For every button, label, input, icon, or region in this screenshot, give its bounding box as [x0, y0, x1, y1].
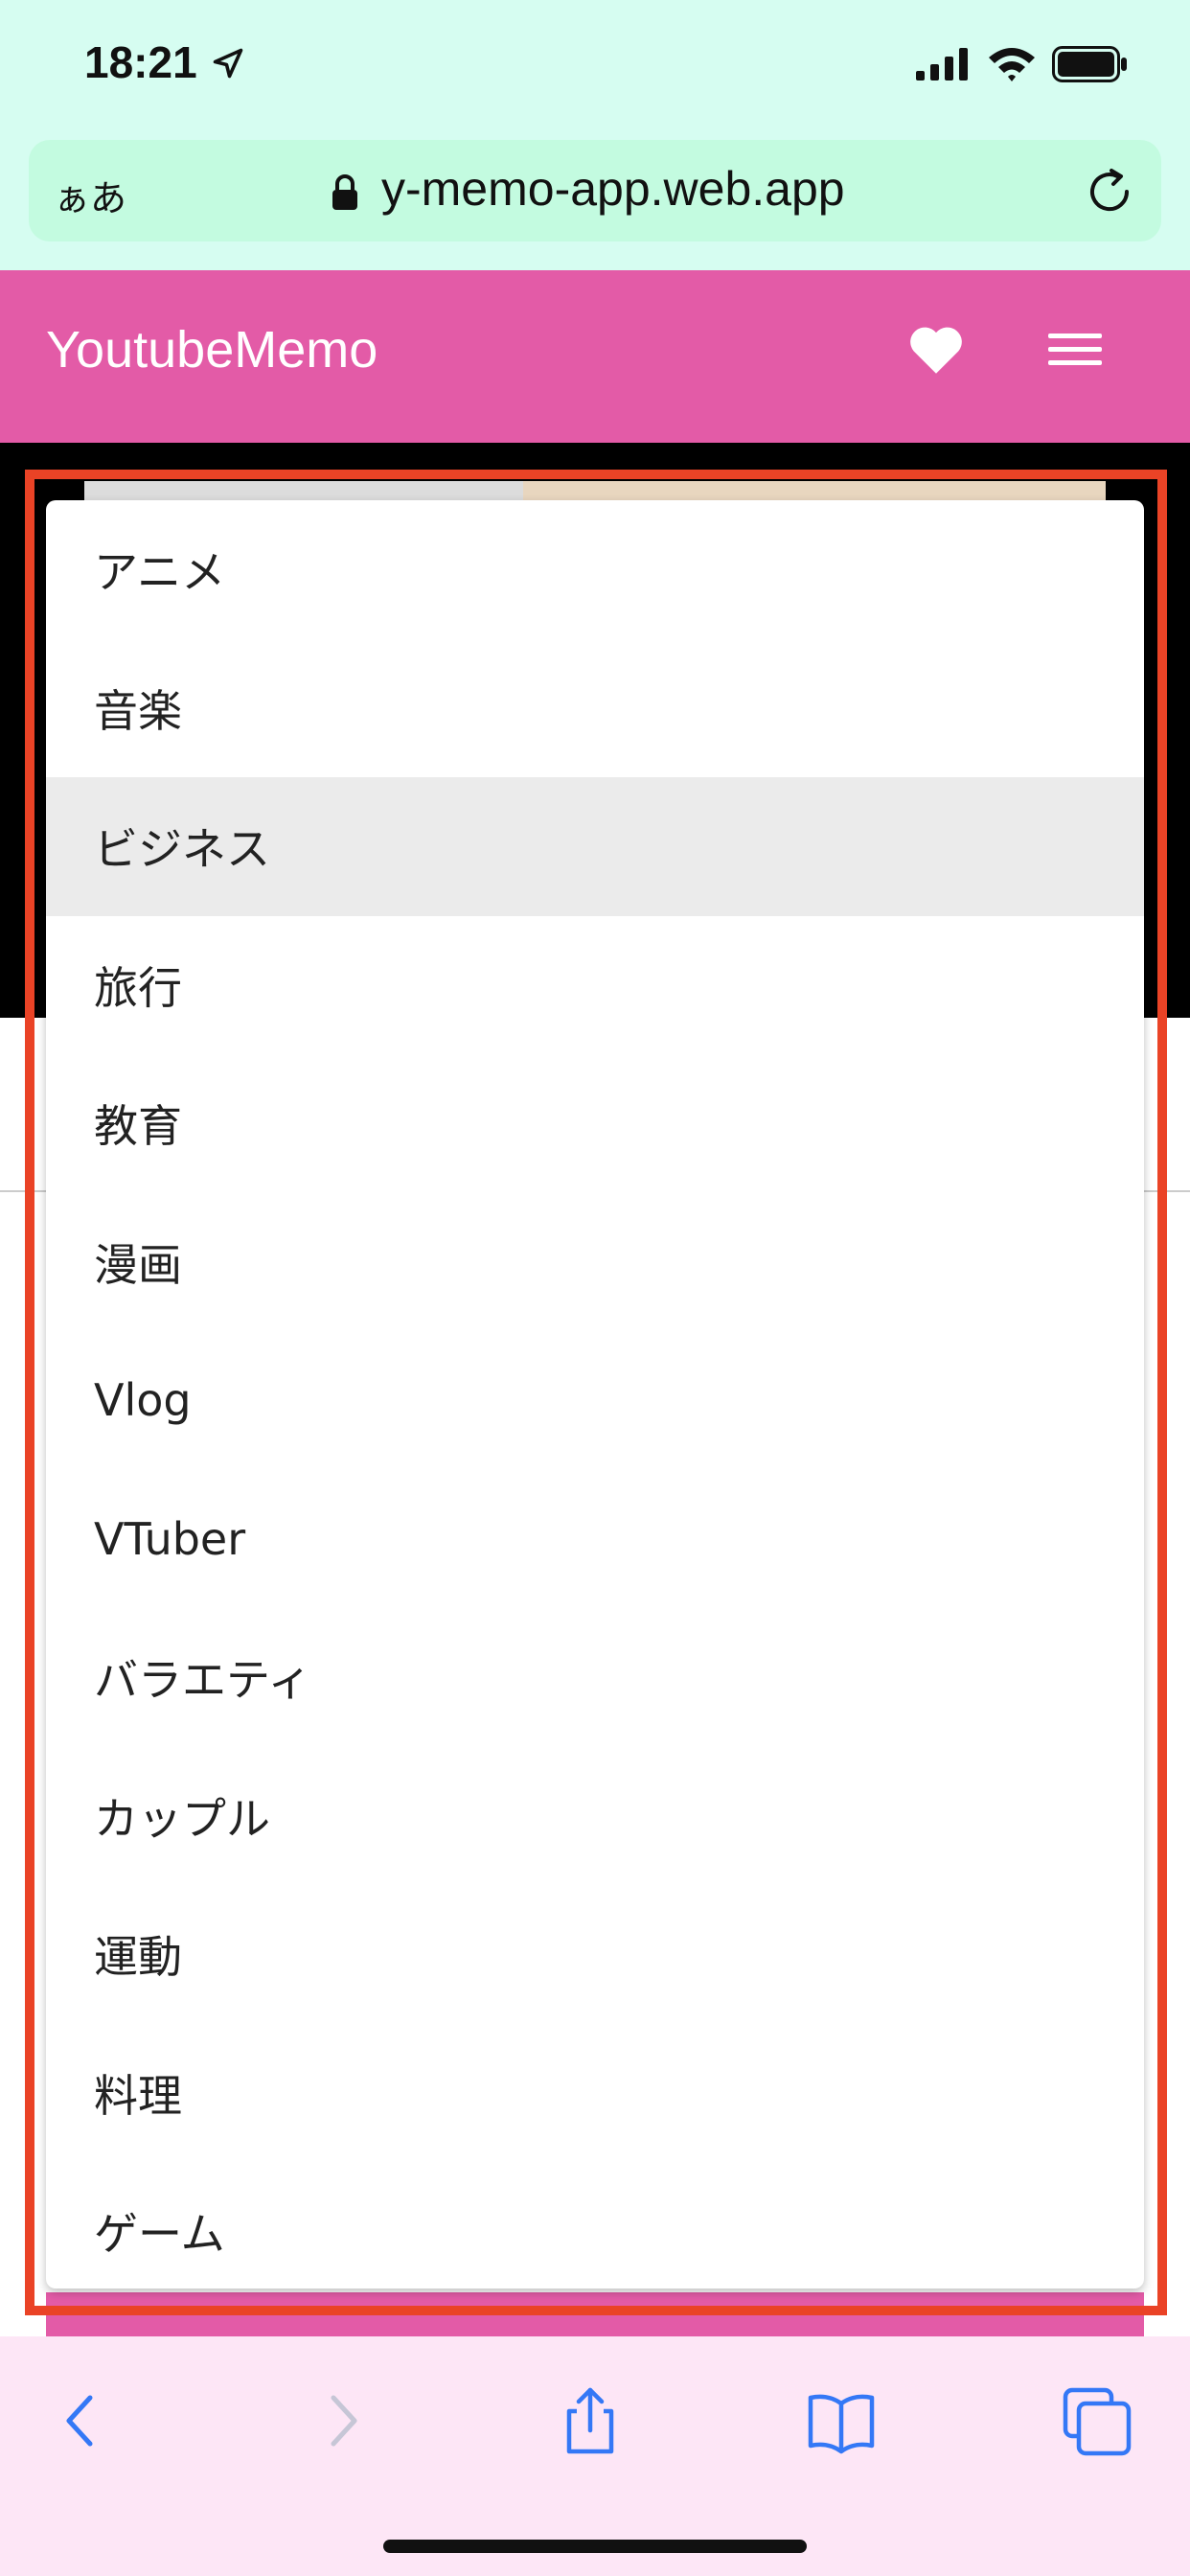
dropdown-option[interactable]: 教育: [46, 1054, 1144, 1193]
app-title[interactable]: YoutubeMemo: [46, 320, 378, 380]
forward-icon[interactable]: [303, 2382, 379, 2459]
dropdown-option[interactable]: Vlog: [46, 1331, 1144, 1470]
wifi-icon: [989, 48, 1035, 81]
category-dropdown-list[interactable]: アニメ 音楽 ビジネス 旅行 教育 漫画 Vlog VTuber バラエティ カップル 運動 料理 ゲー…: [46, 500, 1144, 2288]
back-icon[interactable]: [44, 2382, 121, 2459]
dropdown-option[interactable]: 料理: [46, 2024, 1144, 2163]
browser-toolbar: [0, 2336, 1190, 2576]
signal-icon: [916, 48, 968, 80]
app-header: YoutubeMemo: [0, 270, 1190, 443]
reload-icon[interactable]: [1085, 167, 1134, 217]
browser-address-bar-area: ぁあ y-memo-app.web.app: [0, 134, 1190, 270]
lock-icon: [332, 174, 357, 210]
dropdown-option[interactable]: 音楽: [46, 639, 1144, 778]
address-bar[interactable]: ぁあ y-memo-app.web.app: [29, 140, 1161, 242]
status-bar: 18:21: [0, 0, 1190, 134]
heart-icon[interactable]: [904, 318, 968, 381]
url-text[interactable]: y-memo-app.web.app: [381, 161, 845, 217]
location-arrow-icon: [213, 48, 243, 79]
bookmarks-icon[interactable]: [803, 2382, 880, 2459]
dropdown-option[interactable]: カップル: [46, 1747, 1144, 1886]
dropdown-option[interactable]: ゲーム: [46, 2162, 1144, 2288]
battery-icon: [1052, 46, 1127, 82]
tabs-icon[interactable]: [1058, 2382, 1134, 2459]
status-time: 18:21: [84, 37, 197, 87]
text-size-button[interactable]: ぁあ: [54, 169, 126, 221]
hamburger-menu-icon[interactable]: [1044, 326, 1106, 374]
dropdown-option[interactable]: バラエティ: [46, 1608, 1144, 1747]
share-icon[interactable]: [552, 2382, 629, 2459]
dropdown-option[interactable]: ビジネス: [46, 777, 1144, 916]
dropdown-option[interactable]: アニメ: [46, 500, 1144, 639]
dropdown-option[interactable]: 運動: [46, 1885, 1144, 2024]
dropdown-option[interactable]: 旅行: [46, 916, 1144, 1055]
home-indicator: [383, 2540, 807, 2553]
dropdown-option[interactable]: 漫画: [46, 1193, 1144, 1332]
dropdown-option[interactable]: VTuber: [46, 1470, 1144, 1609]
